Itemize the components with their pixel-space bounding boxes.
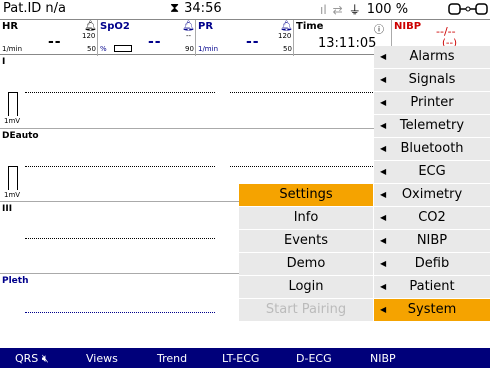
mv-label: 1mV: [4, 117, 21, 125]
menu-item-defib[interactable]: ◀ Defib: [374, 253, 490, 276]
calibration-pulse: [8, 166, 18, 190]
bell-icon: 🔔︎: [280, 21, 293, 32]
waveform-line: [230, 92, 375, 93]
hr-high-limit: 120: [82, 32, 96, 40]
left-arrow-icon: ◀: [380, 259, 387, 268]
spo2-high-limit: --: [186, 32, 192, 40]
menu-item-nibp[interactable]: ◀ NIBP: [374, 230, 490, 253]
pr-low-limit: 50: [283, 45, 292, 53]
spo2-value: --: [148, 34, 162, 50]
bell-icon: 🔔︎: [182, 21, 195, 32]
sync-icon: ⇄: [332, 2, 343, 17]
pr-value: --: [246, 34, 260, 50]
left-arrow-icon: ◀: [380, 98, 387, 107]
spo2-low-limit: 90: [185, 45, 194, 53]
pr-high-limit: 120: [278, 32, 292, 40]
calibration-pulse: [8, 92, 18, 116]
softkey-trend[interactable]: Trend: [157, 352, 187, 365]
wave-label: I: [2, 57, 6, 67]
hr-unit: 1/min: [2, 45, 23, 53]
hr-box[interactable]: HR 🔔︎ -- 120 1/min 50: [0, 20, 98, 56]
battery-level: 100 %: [366, 2, 409, 17]
system-icons: ıl ⇄ ⏚ 100 %: [320, 1, 408, 18]
menu-item-system[interactable]: ◀ System: [374, 299, 490, 322]
status-bar: Pat.ID n/a ⧗ 34:56 ıl ⇄ ⏚ 100 %: [0, 0, 490, 19]
menu-item-ecg[interactable]: ◀ ECG: [374, 161, 490, 184]
system-submenu: Settings Info Events Demo Login Start Pa…: [239, 184, 374, 322]
softkey-qrs[interactable]: QRS 🔇︎: [15, 352, 49, 366]
timer: ⧗ 34:56: [170, 1, 222, 16]
menu-item-telemetry[interactable]: ◀ Telemetry: [374, 115, 490, 138]
waveform-line: [25, 92, 215, 93]
left-arrow-icon: ◀: [380, 167, 387, 176]
softkey-lt-ecg[interactable]: LT-ECG: [222, 352, 259, 365]
menu-item-alarms[interactable]: ◀ Alarms: [374, 46, 490, 69]
time-label: Time: [296, 21, 324, 32]
left-arrow-icon: ◀: [380, 305, 387, 314]
submenu-item-settings[interactable]: Settings: [239, 184, 374, 207]
nibp-value: --/--: [436, 25, 456, 38]
menu-item-printer[interactable]: ◀ Printer: [374, 92, 490, 115]
time-value: 13:11:05: [318, 36, 377, 51]
waveform-line: [25, 312, 215, 313]
submenu-item-info[interactable]: Info: [239, 207, 374, 230]
menu-item-patient[interactable]: ◀ Patient: [374, 276, 490, 299]
signal-bar-icon: [114, 45, 132, 52]
pr-label: PR: [198, 21, 214, 32]
waveform-line: [230, 166, 375, 167]
submenu-item-start-pairing: Start Pairing: [239, 299, 374, 322]
softkey-nibp[interactable]: NIBP: [370, 352, 396, 365]
nibp-label: NIBP: [394, 21, 422, 32]
submenu-item-login[interactable]: Login: [239, 276, 374, 299]
hr-value: --: [48, 34, 62, 50]
left-arrow-icon: ◀: [380, 236, 387, 245]
left-arrow-icon: ◀: [380, 52, 387, 61]
mv-label: 1mV: [4, 191, 21, 199]
submenu-item-demo[interactable]: Demo: [239, 253, 374, 276]
signal-icon: ıl: [320, 2, 327, 17]
left-arrow-icon: ◀: [380, 75, 387, 84]
bell-icon: 🔔︎: [84, 21, 97, 32]
left-arrow-icon: ◀: [380, 190, 387, 199]
spo2-label: SpO2: [100, 21, 130, 32]
menu-item-bluetooth[interactable]: ◀ Bluetooth: [374, 138, 490, 161]
softkey-d-ecg[interactable]: D-ECG: [296, 352, 332, 365]
info-icon: ⓘ: [374, 25, 384, 36]
speaker-mute-icon: 🔇︎: [41, 352, 49, 365]
left-arrow-icon: ◀: [380, 121, 387, 130]
left-arrow-icon: ◀: [380, 213, 387, 222]
hourglass-icon: ⧗: [170, 1, 180, 16]
printer-connect-icon: [448, 2, 488, 20]
left-arrow-icon: ◀: [380, 144, 387, 153]
softkey-views[interactable]: Views: [86, 352, 118, 365]
left-arrow-icon: ◀: [380, 282, 387, 291]
menu-item-signals[interactable]: ◀ Signals: [374, 69, 490, 92]
hr-label: HR: [2, 21, 19, 32]
menu-item-co2[interactable]: ◀ CO2: [374, 207, 490, 230]
waveform-line: [25, 238, 215, 239]
wave-label: DEauto: [2, 131, 39, 141]
submenu-item-events[interactable]: Events: [239, 230, 374, 253]
pr-unit: 1/min: [198, 45, 219, 53]
plug-icon: ⏚: [348, 3, 361, 17]
wave-label: Pleth: [2, 276, 29, 286]
spo2-box[interactable]: SpO2 🔔︎ -- -- % 90: [98, 20, 196, 56]
hr-low-limit: 50: [87, 45, 96, 53]
main-menu: ◀ Alarms ◀ Signals ◀ Printer ◀ Telemetry ◀ Bl…: [374, 46, 490, 322]
softkey-bar: QRS 🔇︎ Views Trend LT-ECG D-ECG NIBP: [0, 348, 490, 368]
wave-label: III: [2, 204, 13, 214]
menu-item-oximetry[interactable]: ◀ Oximetry: [374, 184, 490, 207]
patient-id: Pat.ID n/a: [3, 1, 67, 16]
waveform-line: [25, 166, 215, 167]
timer-value: 34:56: [184, 1, 222, 16]
pr-box[interactable]: PR 🔔︎ -- 120 1/min 50: [196, 20, 294, 56]
spo2-unit: %: [100, 45, 107, 53]
